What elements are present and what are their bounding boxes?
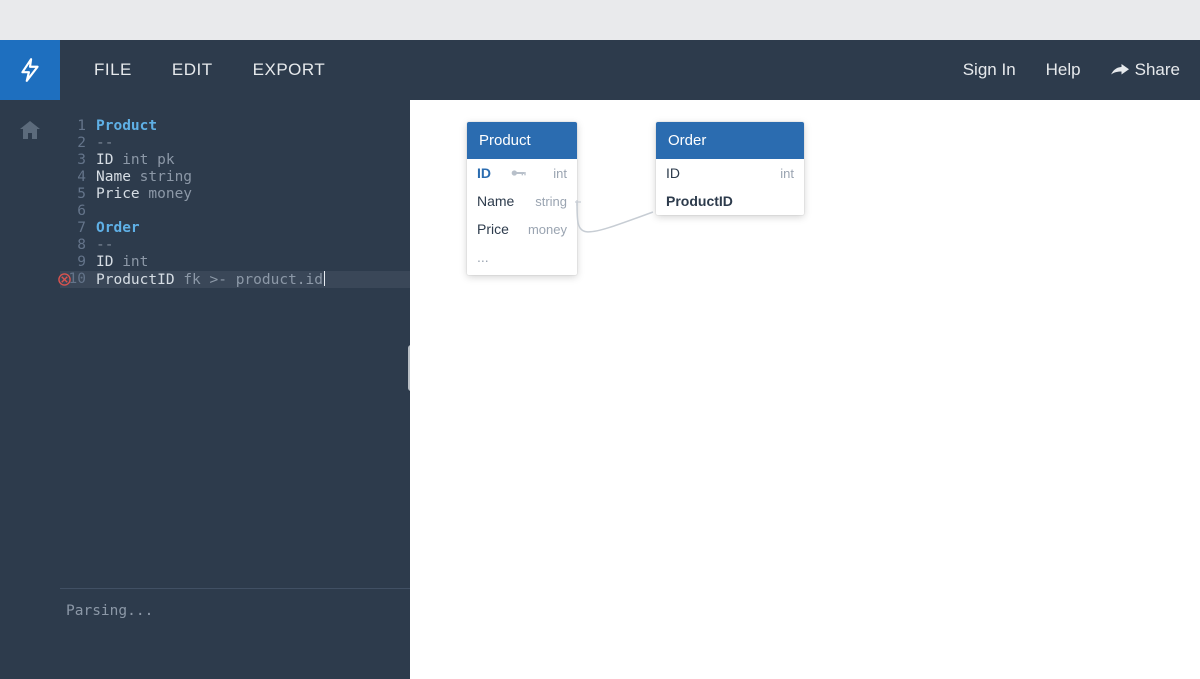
line-number: 6 bbox=[60, 203, 96, 220]
field-name: ID bbox=[477, 165, 491, 181]
code-line[interactable]: 2-- bbox=[60, 135, 410, 152]
code-text: -- bbox=[96, 135, 113, 152]
code-line[interactable]: 8-- bbox=[60, 237, 410, 254]
code-text: Name string bbox=[96, 169, 192, 186]
field-name: Price bbox=[477, 221, 509, 237]
table-row[interactable]: Name string bbox=[467, 187, 577, 215]
menu-export[interactable]: EXPORT bbox=[253, 60, 326, 80]
app-logo[interactable] bbox=[0, 40, 60, 100]
line-number: 3 bbox=[60, 152, 96, 169]
lightning-icon bbox=[17, 57, 43, 83]
code-line[interactable]: 1Product bbox=[60, 118, 410, 135]
field-name: ID bbox=[666, 165, 680, 181]
line-number: 5 bbox=[60, 186, 96, 203]
share-button[interactable]: Share bbox=[1111, 60, 1180, 80]
code-text: ID int pk bbox=[96, 152, 175, 169]
code-text: ID int bbox=[96, 254, 148, 271]
line-number: 7 bbox=[60, 220, 96, 237]
main-toolbar: FILE EDIT EXPORT Sign In Help Share bbox=[0, 40, 1200, 100]
table-card-order[interactable]: Order ID int ProductID bbox=[656, 122, 804, 215]
field-name: Name bbox=[477, 193, 514, 209]
field-type: string bbox=[535, 194, 567, 209]
status-bar: Parsing... bbox=[60, 589, 410, 679]
code-editor[interactable]: 1Product2--3ID int pk4Name string5Price … bbox=[60, 100, 410, 679]
line-number: 2 bbox=[60, 135, 96, 152]
line-number: 8 bbox=[60, 237, 96, 254]
code-text: ProductID fk >- product.id bbox=[96, 271, 325, 289]
relation-connector bbox=[575, 200, 665, 270]
field-type: money bbox=[528, 222, 567, 237]
code-text: Price money bbox=[96, 186, 192, 203]
code-line[interactable]: 10ProductID fk >- product.id bbox=[60, 271, 410, 288]
code-line[interactable]: 6 bbox=[60, 203, 410, 220]
signin-link[interactable]: Sign In bbox=[963, 60, 1016, 80]
code-line[interactable]: 7Order bbox=[60, 220, 410, 237]
left-rail bbox=[0, 100, 60, 679]
line-number: 4 bbox=[60, 169, 96, 186]
table-header[interactable]: Order bbox=[656, 122, 804, 159]
table-card-product[interactable]: Product ID int Name string Price money .… bbox=[467, 122, 577, 275]
share-label: Share bbox=[1135, 60, 1180, 80]
menu-bar: FILE EDIT EXPORT bbox=[94, 60, 325, 80]
help-link[interactable]: Help bbox=[1046, 60, 1081, 80]
table-row-ellipsis[interactable]: ... bbox=[467, 243, 577, 275]
table-row[interactable]: ID int bbox=[467, 159, 577, 187]
code-text: Order bbox=[96, 220, 140, 237]
line-number: 1 bbox=[60, 118, 96, 135]
window-titlebar-space bbox=[0, 0, 1200, 40]
code-line[interactable]: 4Name string bbox=[60, 169, 410, 186]
code-line[interactable]: 5Price money bbox=[60, 186, 410, 203]
table-row[interactable]: ID int bbox=[656, 159, 804, 187]
code-text: Product bbox=[96, 118, 157, 135]
code-lines[interactable]: 1Product2--3ID int pk4Name string5Price … bbox=[60, 100, 410, 588]
code-line[interactable]: 9ID int bbox=[60, 254, 410, 271]
line-number: 10 bbox=[60, 271, 96, 288]
menu-file[interactable]: FILE bbox=[94, 60, 132, 80]
error-icon bbox=[58, 273, 71, 286]
line-number: 9 bbox=[60, 254, 96, 271]
text-cursor bbox=[324, 271, 325, 286]
menu-edit[interactable]: EDIT bbox=[172, 60, 213, 80]
key-icon bbox=[511, 165, 527, 181]
main-area: 1Product2--3ID int pk4Name string5Price … bbox=[0, 100, 1200, 679]
code-text: -- bbox=[96, 237, 113, 254]
ellipsis: ... bbox=[477, 249, 489, 265]
code-line[interactable]: 3ID int pk bbox=[60, 152, 410, 169]
diagram-canvas[interactable]: Product ID int Name string Price money .… bbox=[410, 100, 1200, 679]
home-icon[interactable] bbox=[18, 118, 42, 142]
table-row[interactable]: Price money bbox=[467, 215, 577, 243]
table-header[interactable]: Product bbox=[467, 122, 577, 159]
toolbar-right: Sign In Help Share bbox=[963, 60, 1200, 80]
share-arrow-icon bbox=[1111, 63, 1129, 77]
field-name: ProductID bbox=[666, 193, 733, 209]
field-type: int bbox=[780, 166, 794, 181]
table-row[interactable]: ProductID bbox=[656, 187, 804, 215]
field-type: int bbox=[553, 166, 567, 181]
